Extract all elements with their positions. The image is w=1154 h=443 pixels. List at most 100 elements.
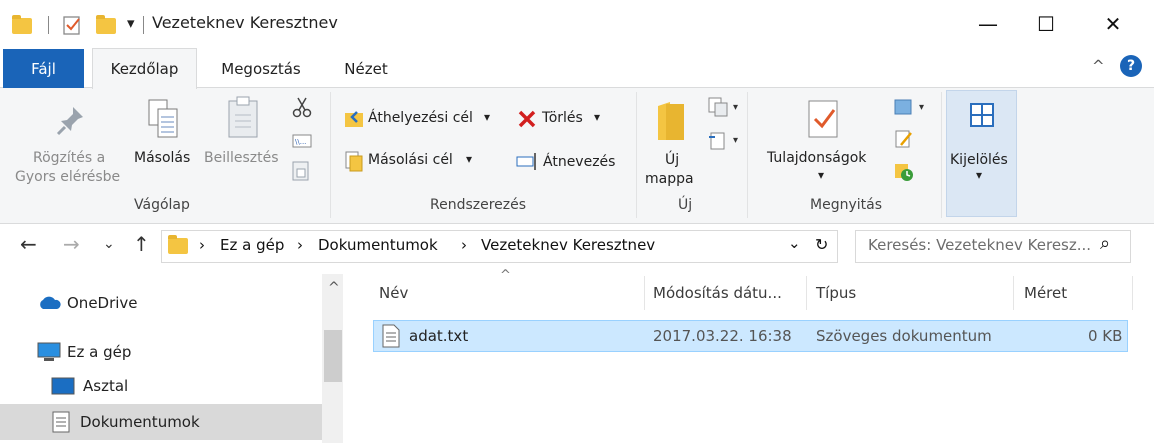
tab-share[interactable]: Megosztás [205,48,317,89]
column-separator[interactable] [806,276,807,310]
qat-separator [48,16,49,34]
group-label-organize: Rendszerezés [430,197,527,213]
properties-dropdown-icon[interactable]: ▾ [818,168,824,182]
desktop-icon [51,377,75,395]
title-separator [143,16,144,34]
group-label-new: Új [678,197,693,213]
move-to-button[interactable]: Áthelyezési cél [368,110,473,126]
help-icon[interactable]: ? [1120,55,1142,77]
folder-icon [12,15,32,34]
text-file-icon [382,324,400,348]
nav-item-label: Asztal [83,377,129,395]
pin-label-line1[interactable]: Rögzítés a [33,150,105,166]
up-button[interactable]: ↑ [133,232,150,256]
copy-path-icon[interactable]: \\... [292,133,312,149]
search-input[interactable]: Keresés: Vezeteknev Keresz... [868,236,1091,254]
forward-button[interactable]: → [63,232,80,256]
group-label-open: Megnyitás [810,197,882,213]
svg-text:▾: ▾ [919,102,924,113]
svg-text:▾: ▾ [733,102,738,113]
nav-item-documents[interactable]: Dokumentumok [0,404,322,440]
breadcrumb-documents[interactable]: Dokumentumok [318,236,438,254]
delete-button[interactable]: Törlés [542,110,583,126]
new-folder-qat-icon[interactable] [96,15,116,34]
new-folder-label-line1[interactable]: Új [665,152,679,168]
file-name[interactable]: adat.txt [409,327,468,345]
refresh-icon[interactable]: ↻ [815,235,828,254]
open-icon[interactable]: ▾ [893,96,931,118]
paste-shortcut-icon [292,161,309,181]
rename-button[interactable]: Átnevezés [543,154,615,170]
easy-access-icon[interactable]: ▾ [707,129,745,151]
copy-to-dropdown-icon[interactable]: ▾ [466,152,472,166]
copy-button[interactable]: Másolás [134,150,190,166]
breadcrumb-separator[interactable]: › [461,236,467,254]
copy-icon[interactable] [146,97,182,141]
paste-button[interactable]: Beillesztés [204,150,279,166]
column-header-name[interactable]: Név [379,284,408,302]
maximize-button[interactable]: ☐ [1013,0,1079,48]
tab-home[interactable]: Kezdőlap [92,48,197,89]
rename-icon [516,153,536,170]
paste-icon [228,96,258,138]
scrollbar-thumb[interactable] [324,330,342,382]
copy-to-icon [345,151,363,172]
address-folder-icon [168,235,188,254]
select-button[interactable]: Kijelölés [950,152,1008,168]
properties-check-icon[interactable] [62,14,84,36]
documents-icon [52,411,70,433]
nav-item-desktop[interactable]: Asztal [0,369,322,403]
column-header-modified[interactable]: Módosítás dátu... [653,284,782,302]
sort-ascending-icon: ^ [500,268,511,283]
column-header-type[interactable]: Típus [816,284,856,302]
recent-locations-button[interactable]: ⌄ [103,236,115,252]
copy-to-button[interactable]: Másolási cél [368,152,453,168]
cloud-icon [40,296,61,309]
breadcrumb-separator[interactable]: › [297,236,303,254]
history-icon [895,164,913,181]
breadcrumb-this-pc[interactable]: Ez a gép [220,236,284,254]
nav-item-label: Dokumentumok [80,413,200,431]
column-header-size[interactable]: Méret [1024,284,1067,302]
computer-icon [37,342,61,361]
scroll-up-icon[interactable]: ^ [328,280,340,296]
new-folder-label-line2[interactable]: mappa [645,171,694,187]
svg-text:\\...: \\... [295,138,306,146]
breadcrumb-separator[interactable]: › [199,236,205,254]
close-button[interactable]: ✕ [1080,0,1146,48]
search-icon[interactable]: ⌕ [1100,233,1110,254]
new-item-icon[interactable]: ▾ [707,96,745,118]
column-separator[interactable] [644,276,645,310]
move-to-icon [345,111,363,127]
tab-file[interactable]: Fájl [3,49,84,88]
properties-button[interactable]: Tulajdonságok [767,150,866,166]
address-dropdown-icon[interactable]: ⌄ [788,234,801,252]
breadcrumb-current-folder[interactable]: Vezeteknev Keresztnev [481,236,655,254]
edit-icon[interactable] [893,128,915,150]
nav-item-onedrive[interactable]: OneDrive [0,286,322,320]
nav-item-this-pc[interactable]: Ez a gép [0,335,322,369]
tab-view[interactable]: Nézet [326,48,406,89]
window-title: Vezeteknev Keresztnev [152,13,338,32]
delete-dropdown-icon[interactable]: ▾ [594,110,600,124]
back-button[interactable]: ← [20,232,37,256]
cut-icon[interactable] [291,96,313,118]
file-modified: 2017.03.22. 16:38 [653,327,792,345]
group-separator [330,92,331,218]
file-size: 0 KB [1088,327,1123,345]
pin-label-line2[interactable]: Gyors elérésbe [15,169,120,185]
properties-icon [808,100,838,138]
new-folder-icon [658,102,684,140]
move-to-dropdown-icon[interactable]: ▾ [484,110,490,124]
column-separator[interactable] [1132,276,1133,310]
nav-item-label: OneDrive [67,294,138,312]
nav-item-label: Ez a gép [67,343,132,361]
column-separator[interactable] [1013,276,1014,310]
svg-text:▾: ▾ [733,135,738,146]
collapse-ribbon-icon[interactable]: ^ [1092,57,1105,75]
select-dropdown-icon[interactable]: ▾ [976,168,982,182]
qat-dropdown-icon[interactable]: ▾ [127,14,135,32]
file-type: Szöveges dokumentum [816,327,992,345]
minimize-button[interactable]: — [955,0,1021,48]
pin-icon [56,107,83,136]
